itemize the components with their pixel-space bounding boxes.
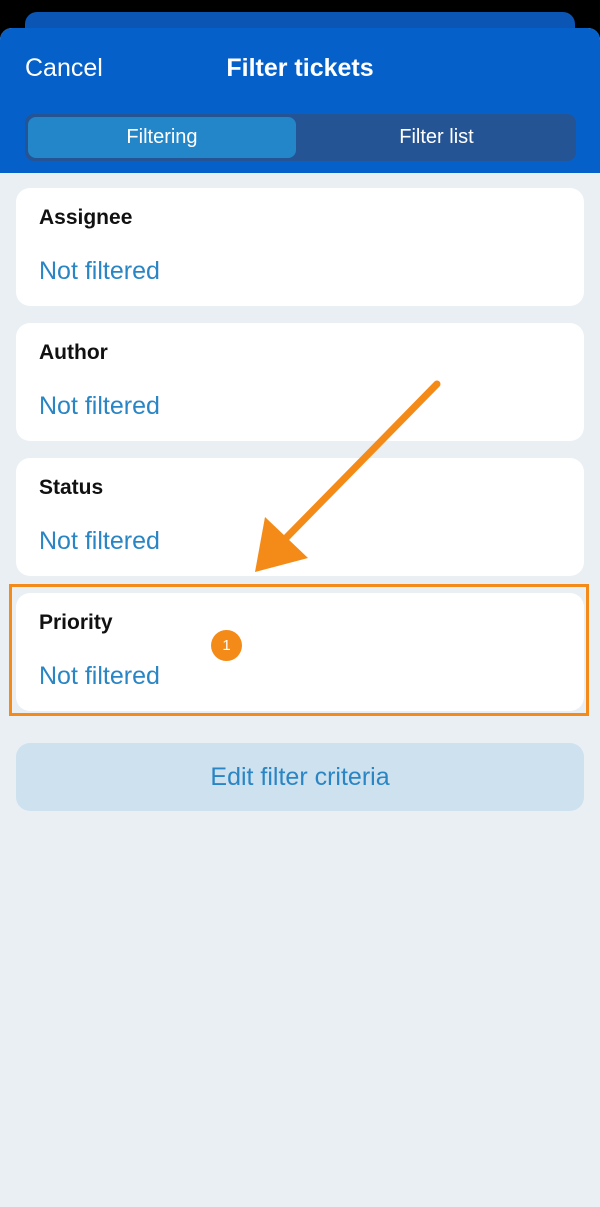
header-bar: Cancel Filter tickets Filtering Filter l… (0, 28, 600, 173)
author-value: Not filtered (39, 392, 160, 420)
priority-highlight-box (9, 584, 589, 716)
status-filter-card[interactable]: Status Not filtered (16, 458, 584, 576)
segmented-control: Filtering Filter list (25, 114, 576, 161)
status-label: Status (39, 476, 104, 499)
tab-filter-list[interactable]: Filter list (300, 117, 573, 158)
assignee-value: Not filtered (39, 257, 160, 285)
author-label: Author (39, 341, 108, 364)
step-badge: 1 (211, 630, 242, 661)
tab-filtering[interactable]: Filtering (28, 117, 296, 158)
author-filter-card[interactable]: Author Not filtered (16, 323, 584, 441)
page-title: Filter tickets (226, 54, 374, 82)
status-value: Not filtered (39, 527, 160, 555)
edit-filter-criteria-button[interactable]: Edit filter criteria (16, 743, 584, 811)
assignee-filter-card[interactable]: Assignee Not filtered (16, 188, 584, 306)
assignee-label: Assignee (39, 206, 133, 229)
filter-sheet: Cancel Filter tickets Filtering Filter l… (0, 28, 600, 1207)
